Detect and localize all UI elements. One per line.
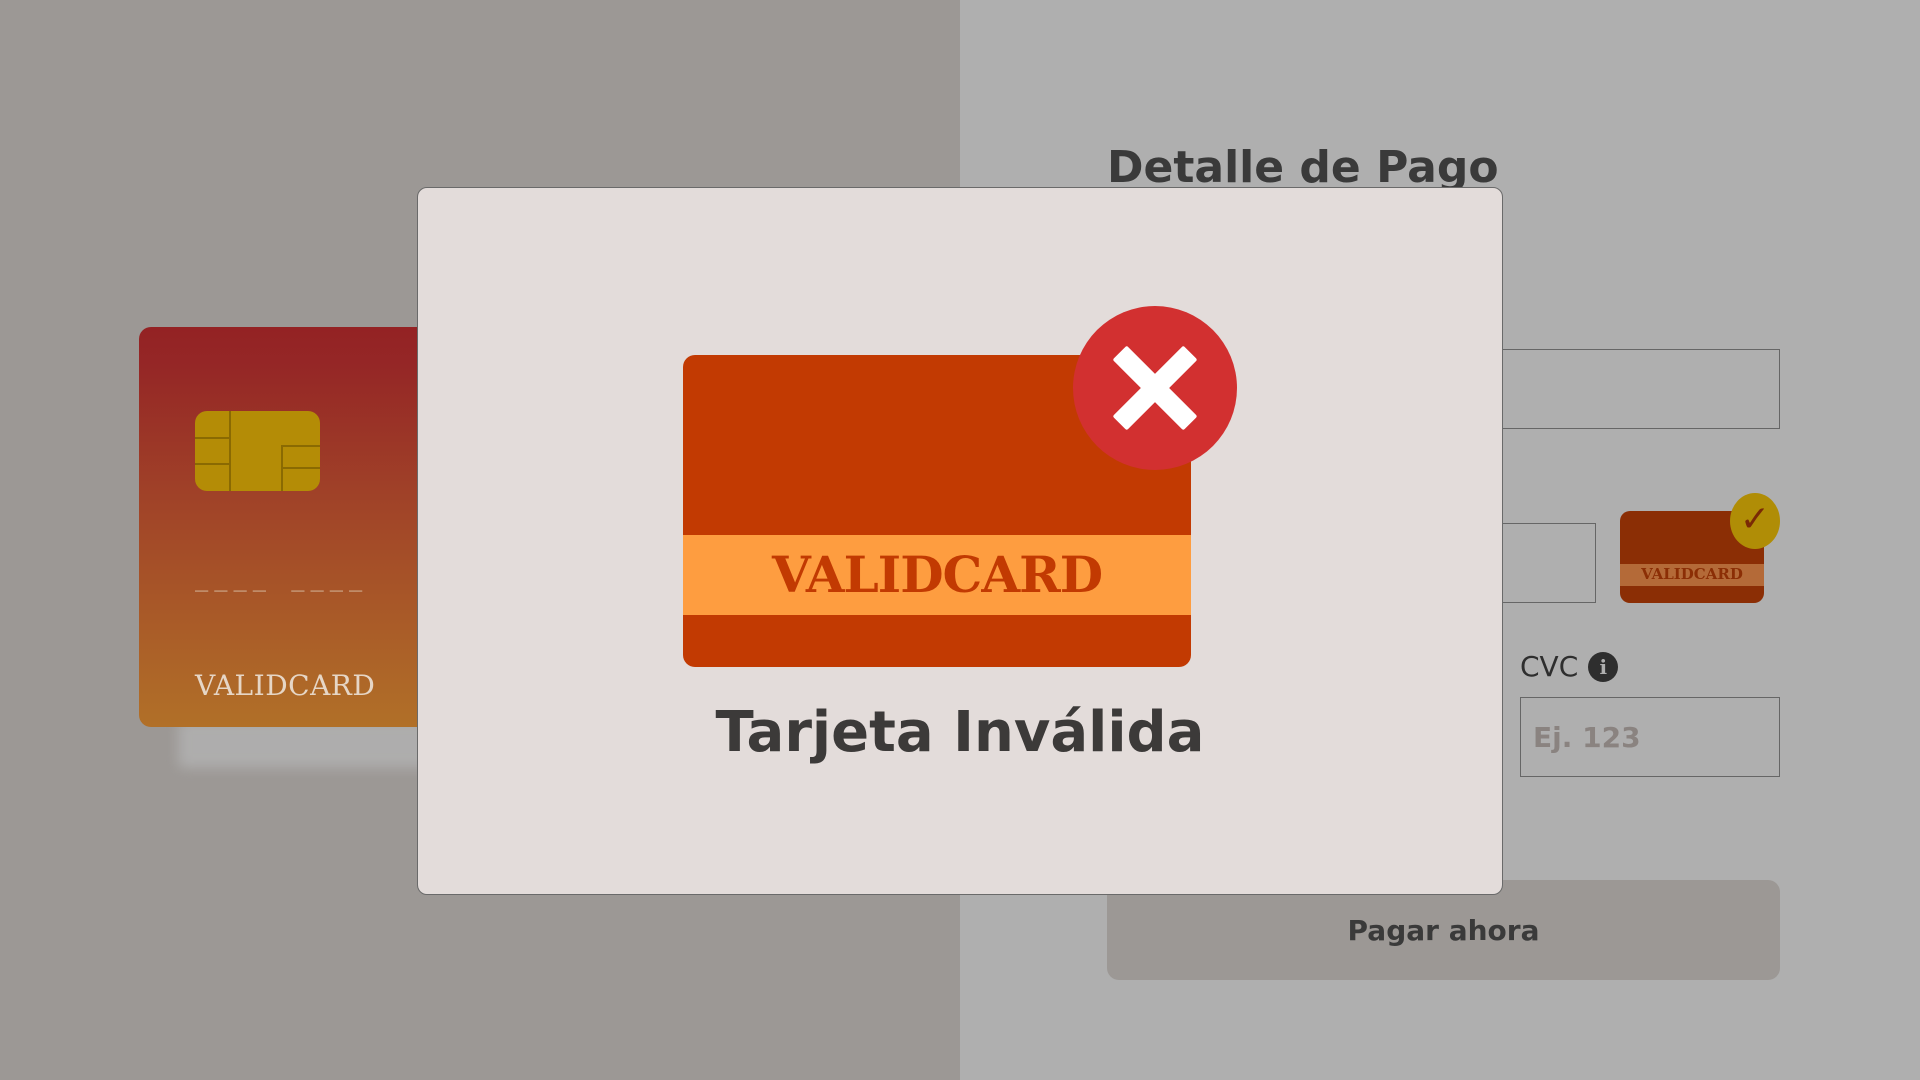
card-brand-badge-label: VALIDCARD: [1641, 565, 1743, 583]
card-brand: VALIDCARD: [195, 669, 376, 702]
invalid-card-brand: VALIDCARD: [771, 545, 1103, 604]
modal-title: Tarjeta Inválida: [715, 700, 1205, 765]
cvc-label: CVC: [1520, 650, 1579, 683]
cvc-label-group: CVC i: [1520, 650, 1619, 683]
info-icon[interactable]: i: [1588, 651, 1619, 682]
close-icon: [1073, 306, 1237, 470]
check-icon: ✓: [1730, 493, 1780, 549]
card-number-placeholder: ____ ____: [195, 567, 369, 592]
form-title: Detalle de Pago: [1107, 142, 1499, 193]
cvc-input[interactable]: Ej. 123: [1520, 697, 1780, 777]
chip-icon: [195, 411, 320, 491]
pay-now-button[interactable]: Pagar ahora: [1107, 880, 1780, 980]
